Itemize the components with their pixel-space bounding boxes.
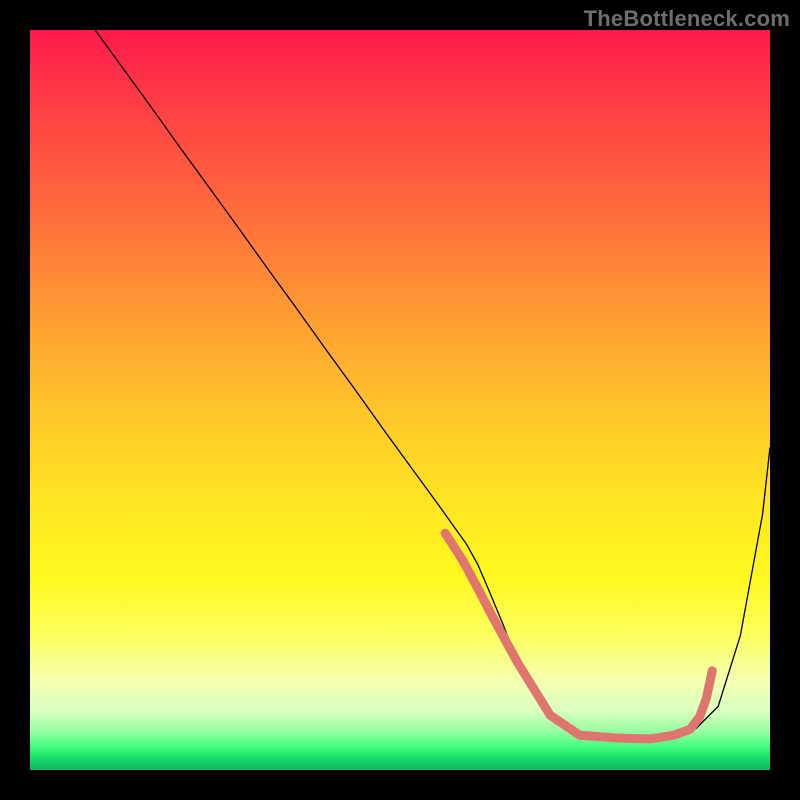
attribution-text: TheBottleneck.com [584,6,790,32]
curve-line [95,30,770,739]
optimal-band-marker [445,533,712,739]
chart-frame: TheBottleneck.com [0,0,800,800]
plot-area [30,30,770,770]
chart-svg [30,30,770,770]
